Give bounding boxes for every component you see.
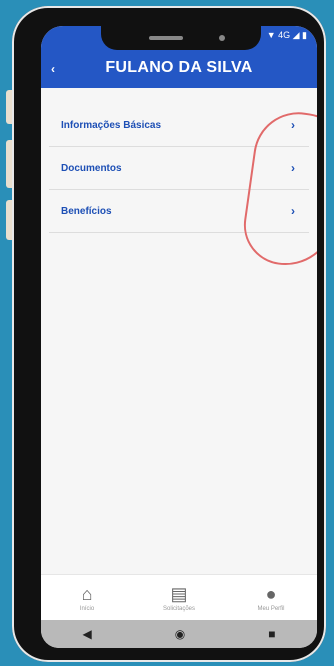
menu-item-label: Documentos	[61, 162, 122, 174]
phone-screen: ▼ 4G ◢ ▮ ‹ FULANO DA SILVA Informações B…	[41, 26, 317, 648]
android-home-icon[interactable]: ◉	[175, 627, 185, 641]
menu-item-label: Benefícios	[61, 205, 112, 217]
android-navigation-bar: ◀ ◉ ■	[41, 620, 317, 648]
nav-label: Solicitações	[162, 606, 195, 612]
home-icon: ⌂	[81, 584, 93, 604]
user-icon: ●	[265, 584, 277, 604]
clipboard-icon: ▤	[170, 584, 188, 604]
nav-item-meu-perfil[interactable]: ● Meu Perfil	[231, 584, 311, 612]
page-title: FULANO DA SILVA	[105, 59, 253, 76]
status-icons: ▼ 4G ◢ ▮	[266, 30, 307, 40]
nav-item-solicitacoes[interactable]: ▤ Solicitações	[139, 584, 219, 612]
bottom-navigation: ⌂ Início ▤ Solicitações ● Meu Perfil	[41, 574, 317, 621]
speaker-grill	[149, 36, 183, 40]
menu-item-label: Informações Básicas	[61, 119, 162, 131]
android-recent-icon[interactable]: ■	[268, 627, 275, 641]
nav-label: Início	[79, 606, 95, 612]
phone-frame: ▼ 4G ◢ ▮ ‹ FULANO DA SILVA Informações B…	[12, 6, 326, 662]
notch	[101, 26, 261, 50]
front-camera	[219, 35, 225, 41]
nav-item-inicio[interactable]: ⌂ Início	[47, 584, 127, 612]
nav-label: Meu Perfil	[257, 606, 285, 612]
android-back-icon[interactable]: ◀	[83, 627, 92, 641]
